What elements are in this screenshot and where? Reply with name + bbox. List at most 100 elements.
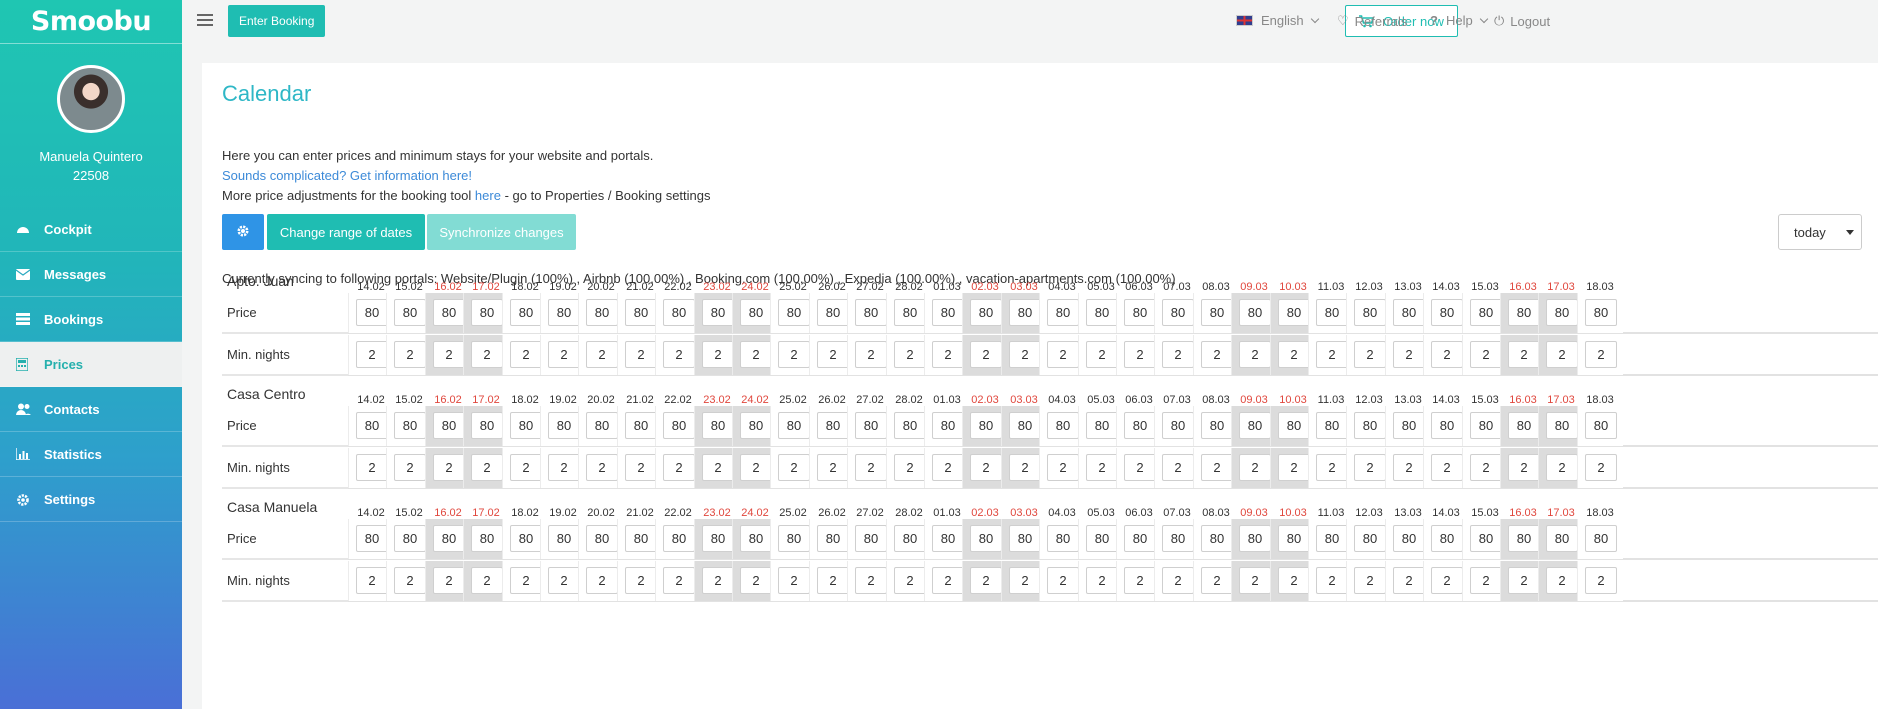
min-nights-input[interactable] <box>548 341 580 368</box>
price-input[interactable] <box>1239 525 1271 552</box>
price-input[interactable] <box>1201 299 1233 326</box>
sidebar-item-contacts[interactable]: Contacts <box>0 387 182 432</box>
min-nights-input[interactable] <box>970 567 1002 594</box>
price-input[interactable] <box>586 412 618 439</box>
price-input[interactable] <box>433 525 465 552</box>
price-input[interactable] <box>394 525 426 552</box>
min-nights-input[interactable] <box>1546 454 1578 481</box>
price-input[interactable] <box>510 412 542 439</box>
min-nights-input[interactable] <box>1047 454 1079 481</box>
logout-link[interactable]: ⏻ Logout <box>1494 13 1550 29</box>
min-nights-input[interactable] <box>471 341 503 368</box>
price-input[interactable] <box>471 299 503 326</box>
min-nights-input[interactable] <box>894 567 926 594</box>
price-input[interactable] <box>932 412 964 439</box>
min-nights-input[interactable] <box>1431 454 1463 481</box>
change-range-button[interactable]: Change range of dates <box>267 214 425 250</box>
min-nights-input[interactable] <box>1585 454 1617 481</box>
price-input[interactable] <box>1239 299 1271 326</box>
min-nights-input[interactable] <box>970 454 1002 481</box>
min-nights-input[interactable] <box>894 454 926 481</box>
min-nights-input[interactable] <box>702 567 734 594</box>
price-input[interactable] <box>1162 299 1194 326</box>
min-nights-input[interactable] <box>1162 454 1194 481</box>
min-nights-input[interactable] <box>1508 454 1540 481</box>
min-nights-input[interactable] <box>394 567 426 594</box>
min-nights-input[interactable] <box>1585 341 1617 368</box>
min-nights-input[interactable] <box>1316 454 1348 481</box>
price-input[interactable] <box>1431 412 1463 439</box>
min-nights-input[interactable] <box>433 567 465 594</box>
min-nights-input[interactable] <box>817 454 849 481</box>
min-nights-input[interactable] <box>970 341 1002 368</box>
price-input[interactable] <box>433 412 465 439</box>
min-nights-input[interactable] <box>1201 567 1233 594</box>
price-input[interactable] <box>586 525 618 552</box>
min-nights-input[interactable] <box>1393 341 1425 368</box>
price-input[interactable] <box>394 412 426 439</box>
price-input[interactable] <box>1508 525 1540 552</box>
price-input[interactable] <box>894 412 926 439</box>
price-input[interactable] <box>702 412 734 439</box>
price-input[interactable] <box>1546 299 1578 326</box>
min-nights-input[interactable] <box>1009 341 1041 368</box>
min-nights-input[interactable] <box>433 341 465 368</box>
price-input[interactable] <box>1585 525 1617 552</box>
min-nights-input[interactable] <box>817 567 849 594</box>
price-input[interactable] <box>1086 525 1118 552</box>
min-nights-input[interactable] <box>510 341 542 368</box>
min-nights-input[interactable] <box>1470 341 1502 368</box>
price-input[interactable] <box>548 299 580 326</box>
price-input[interactable] <box>1470 525 1502 552</box>
min-nights-input[interactable] <box>1278 341 1310 368</box>
price-input[interactable] <box>394 299 426 326</box>
help-dropdown[interactable]: ? Help <box>1430 13 1488 28</box>
price-input[interactable] <box>356 525 388 552</box>
min-nights-input[interactable] <box>1546 567 1578 594</box>
sidebar-item-statistics[interactable]: Statistics <box>0 432 182 477</box>
min-nights-input[interactable] <box>702 454 734 481</box>
price-input[interactable] <box>855 299 887 326</box>
min-nights-input[interactable] <box>1546 341 1578 368</box>
min-nights-input[interactable] <box>1124 454 1156 481</box>
booking-settings-link[interactable]: here <box>475 188 501 203</box>
min-nights-input[interactable] <box>1508 567 1540 594</box>
min-nights-input[interactable] <box>932 454 964 481</box>
price-input[interactable] <box>625 412 657 439</box>
price-input[interactable] <box>356 299 388 326</box>
price-input[interactable] <box>1124 299 1156 326</box>
min-nights-input[interactable] <box>1201 454 1233 481</box>
min-nights-input[interactable] <box>740 454 772 481</box>
price-input[interactable] <box>1546 525 1578 552</box>
min-nights-input[interactable] <box>625 341 657 368</box>
price-input[interactable] <box>1316 299 1348 326</box>
min-nights-input[interactable] <box>894 341 926 368</box>
min-nights-input[interactable] <box>740 341 772 368</box>
min-nights-input[interactable] <box>1239 567 1271 594</box>
price-input[interactable] <box>1086 412 1118 439</box>
price-input[interactable] <box>1278 525 1310 552</box>
price-input[interactable] <box>817 412 849 439</box>
price-input[interactable] <box>1201 525 1233 552</box>
min-nights-input[interactable] <box>1047 567 1079 594</box>
price-input[interactable] <box>702 525 734 552</box>
min-nights-input[interactable] <box>510 454 542 481</box>
min-nights-input[interactable] <box>663 454 695 481</box>
price-input[interactable] <box>1508 412 1540 439</box>
price-input[interactable] <box>778 525 810 552</box>
price-input[interactable] <box>1393 525 1425 552</box>
price-input[interactable] <box>740 412 772 439</box>
price-input[interactable] <box>1354 412 1386 439</box>
min-nights-input[interactable] <box>855 454 887 481</box>
min-nights-input[interactable] <box>932 341 964 368</box>
min-nights-input[interactable] <box>1316 567 1348 594</box>
avatar[interactable] <box>57 65 125 133</box>
min-nights-input[interactable] <box>1047 341 1079 368</box>
price-input[interactable] <box>1470 412 1502 439</box>
min-nights-input[interactable] <box>356 567 388 594</box>
min-nights-input[interactable] <box>855 341 887 368</box>
min-nights-input[interactable] <box>394 341 426 368</box>
price-input[interactable] <box>702 299 734 326</box>
price-input[interactable] <box>932 299 964 326</box>
price-input[interactable] <box>471 525 503 552</box>
